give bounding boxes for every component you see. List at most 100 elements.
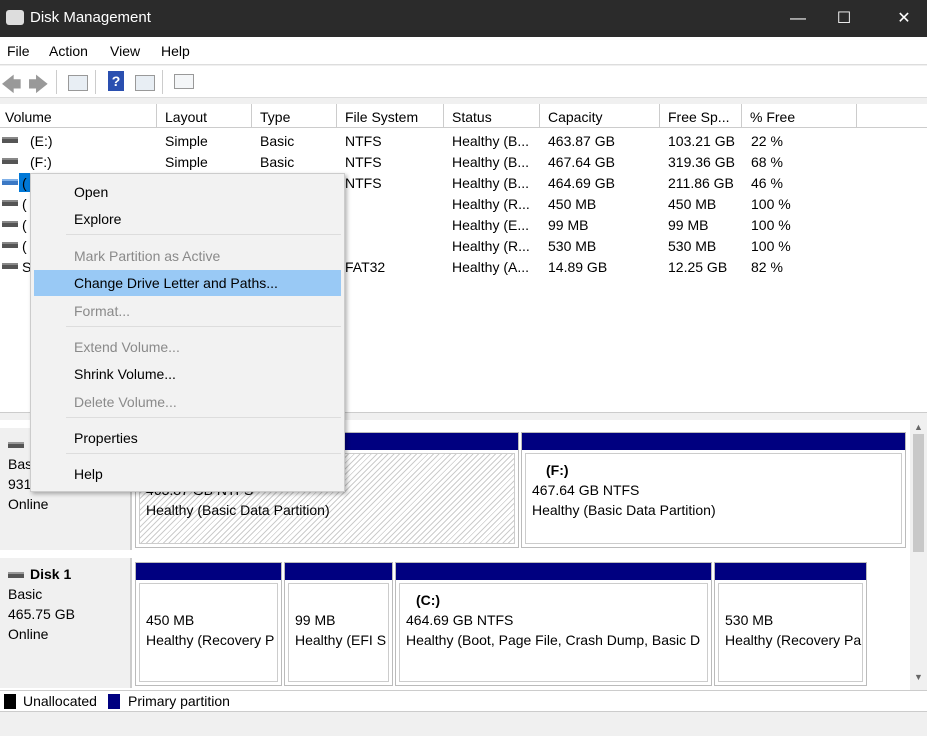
column-free-space[interactable]: Free Sp... <box>660 104 742 128</box>
cell-volume: (E:) <box>30 133 53 149</box>
column-file-system[interactable]: File System <box>337 104 444 128</box>
column-percent-free[interactable]: % Free <box>742 104 857 128</box>
cell-volume: ( <box>22 175 27 191</box>
show-hide-action-pane-icon[interactable] <box>135 75 155 91</box>
menu-help[interactable]: Help <box>161 43 190 59</box>
menu-item-shrink-volume[interactable]: Shrink Volume... <box>34 361 341 387</box>
cell-free: 530 MB <box>668 238 717 254</box>
show-hide-console-tree-icon[interactable] <box>68 75 88 91</box>
partition-body: (F:) 467.64 GB NTFS Healthy (Basic Data … <box>525 453 902 544</box>
partition-bar <box>715 563 866 580</box>
status-bar <box>0 712 927 736</box>
cell-capacity: 450 MB <box>548 196 597 212</box>
partition-body: 99 MB Healthy (EFI S <box>288 583 389 682</box>
partition-body: 530 MB Healthy (Recovery Pa <box>718 583 863 682</box>
cell-fs: NTFS <box>345 154 382 170</box>
cell-pct: 100 % <box>751 196 791 212</box>
cell-status: Healthy (A... <box>452 259 530 275</box>
help-icon[interactable]: ? <box>108 71 124 91</box>
cell-volume: ( <box>22 238 27 254</box>
menu-item-change-drive-letter-and-paths[interactable]: Change Drive Letter and Paths... <box>34 270 341 296</box>
menu-item-extend-volume: Extend Volume... <box>74 339 180 355</box>
menu-file[interactable]: File <box>7 43 30 59</box>
maximize-button[interactable]: ☐ <box>821 0 867 37</box>
cell-capacity: 467.64 GB <box>548 154 615 170</box>
column-type[interactable]: Type <box>252 104 337 128</box>
cell-layout: Simple <box>165 154 208 170</box>
menu-separator <box>66 453 341 454</box>
cell-status: Healthy (R... <box>452 238 530 254</box>
cell-capacity: 530 MB <box>548 238 597 254</box>
partition-recovery-1[interactable]: 450 MB Healthy (Recovery P <box>135 562 282 686</box>
partition-status: Healthy (Basic Data Partition) <box>146 502 330 518</box>
forward-icon[interactable]: 🡆 <box>28 70 49 104</box>
disk-1-size: 465.75 GB <box>8 606 75 622</box>
disk-1-header: Disk 1 <box>8 564 130 584</box>
table-row[interactable]: (F:) Simple Basic NTFS Healthy (B... 467.64 G… <box>0 151 927 172</box>
volume-icon <box>2 137 18 143</box>
close-button[interactable]: ✕ <box>881 0 927 37</box>
properties-icon[interactable] <box>174 74 194 89</box>
cell-status: Healthy (B... <box>452 154 530 170</box>
cell-capacity: 99 MB <box>548 217 589 233</box>
scroll-thumb[interactable] <box>913 434 924 552</box>
toolbar: 🡄 🡆 ? <box>0 66 927 98</box>
back-icon[interactable]: 🡄 <box>1 70 22 104</box>
partition-recovery-2[interactable]: 530 MB Healthy (Recovery Pa <box>714 562 867 686</box>
disk-1-label[interactable]: Disk 1 Basic 465.75 GB Online <box>0 558 132 688</box>
cell-free: 12.25 GB <box>668 259 728 275</box>
menu-bar: File Action View Help <box>0 37 927 65</box>
vertical-scrollbar[interactable]: ▲ ▼ <box>910 420 927 690</box>
partition-c[interactable]: (C:) 464.69 GB NTFS Healthy (Boot, Page … <box>395 562 712 686</box>
menu-item-help[interactable]: Help <box>34 461 341 487</box>
column-layout[interactable]: Layout <box>157 104 252 128</box>
volume-icon <box>2 242 18 248</box>
app-icon <box>6 10 24 25</box>
legend-label-primary: Primary partition <box>128 693 230 709</box>
menu-view[interactable]: View <box>110 43 140 59</box>
partition-size: 530 MB <box>725 612 774 628</box>
menu-item-explore[interactable]: Explore <box>34 206 341 232</box>
table-row[interactable]: (E:) Simple Basic NTFS Healthy (B... 463.87 G… <box>0 130 927 151</box>
disk-icon <box>8 442 24 449</box>
column-filler <box>857 104 927 128</box>
menu-item-delete-volume: Delete Volume... <box>74 394 177 410</box>
partition-status: Healthy (Recovery Pa <box>725 632 862 648</box>
legend-swatch-unallocated <box>4 694 16 709</box>
disk-0-state: Online <box>8 496 49 512</box>
cell-pct: 100 % <box>751 238 791 254</box>
cell-volume: (F:) <box>30 154 52 170</box>
menu-item-open[interactable]: Open <box>34 179 341 205</box>
volume-icon <box>2 221 18 227</box>
cell-volume: ( <box>22 217 27 233</box>
cell-pct: 100 % <box>751 217 791 233</box>
partition-bar <box>136 563 281 580</box>
cell-capacity: 14.89 GB <box>548 259 608 275</box>
cell-free: 319.36 GB <box>668 154 735 170</box>
column-volume[interactable]: Volume <box>0 104 157 128</box>
cell-fs: NTFS <box>345 175 382 191</box>
menu-separator <box>66 326 341 327</box>
partition-size: 464.69 GB NTFS <box>406 612 514 628</box>
column-capacity[interactable]: Capacity <box>540 104 660 128</box>
cell-capacity: 463.87 GB <box>548 133 615 149</box>
scroll-down-icon[interactable]: ▼ <box>914 672 923 682</box>
menu-item-properties[interactable]: Properties <box>34 425 341 451</box>
cell-pct: 82 % <box>751 259 783 275</box>
disk-1-name: Disk 1 <box>30 566 72 582</box>
toolbar-separator <box>56 70 57 94</box>
minimize-button[interactable]: — <box>775 0 821 37</box>
window-title: Disk Management <box>30 9 151 26</box>
cell-free: 103.21 GB <box>668 133 735 149</box>
partition-efi[interactable]: 99 MB Healthy (EFI S <box>284 562 393 686</box>
menu-action[interactable]: Action <box>49 43 88 59</box>
partition-f[interactable]: (F:) 467.64 GB NTFS Healthy (Basic Data … <box>521 432 906 548</box>
partition-status: Healthy (EFI S <box>295 632 387 648</box>
scroll-up-icon[interactable]: ▲ <box>914 422 923 432</box>
column-status[interactable]: Status <box>444 104 540 128</box>
toolbar-separator <box>162 70 163 94</box>
cell-status: Healthy (R... <box>452 196 530 212</box>
legend: Unallocated Primary partition <box>0 690 927 712</box>
legend-swatch-primary <box>108 694 120 709</box>
title-bar: Disk Management — ☐ ✕ <box>0 0 927 37</box>
